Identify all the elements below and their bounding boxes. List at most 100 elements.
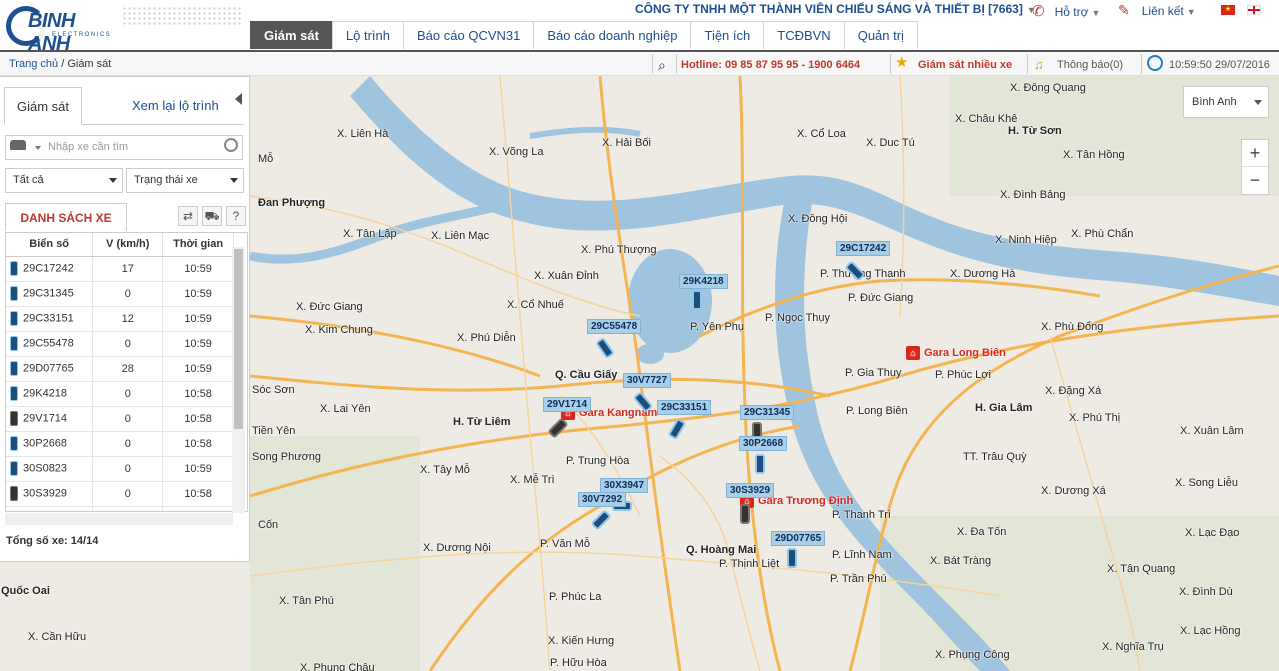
table-row[interactable]: 29V1714 0 10:58 [6,406,234,432]
vehicle-plate-label[interactable]: 29C17242 [836,241,891,256]
map-place-label: X. Mễ Trì [510,474,555,486]
table-row[interactable]: 29D07765 28 10:59 [6,356,234,382]
plate-cell: 29C33151 [6,306,94,332]
map-place-label: Sóc Sơn [252,384,295,396]
vehicle-list-button[interactable]: DANH SÁCH XE [5,203,127,231]
help-icon[interactable]: ? [226,206,246,226]
logo-subtext: ELECTRONICS [52,32,112,38]
vehicle-plate-label[interactable]: 30V7292 [578,492,627,507]
zoom-control: + − [1241,139,1269,195]
company-selector[interactable]: CÔNG TY TNHH MỘT THÀNH VIÊN CHIẾU SÁNG V… [635,2,1036,16]
column-header-plate[interactable]: Biển số [6,233,94,257]
table-scrollbar[interactable] [232,247,245,513]
map-place-label: P. Long Biên [846,405,908,417]
time-cell: 10:59 [162,356,234,382]
table-row[interactable]: 29C33151 12 10:59 [6,306,234,332]
map-place-label: X. Cổ Nhuế [507,299,564,311]
map-place-label: X. Cổ Loa [797,128,846,140]
map-place-label: P. Ngọc Thụy [765,312,831,324]
vehicle-marker-icon[interactable] [755,454,765,474]
group-filter-value: Tất cả [13,174,44,186]
links-menu[interactable]: ✎ Liên kết ▼ [1118,2,1196,19]
garage-marker[interactable]: ⌂ Gara Long Biên [906,346,1006,360]
time-cell: 10:59 [162,256,234,282]
vehicle-plate-label[interactable]: 30S3929 [726,483,775,498]
plate-cell: 30V7292 [6,506,94,511]
vehicle-plate-label[interactable]: 29K4218 [679,274,728,289]
search-input[interactable]: Nhập xe cần tìm [48,141,128,153]
logo[interactable]: BINH ANH ELECTRONICS [6,6,120,55]
vehicle-plate-label[interactable]: 29C31345 [740,405,795,420]
column-header-time[interactable]: Thời gian [162,233,234,257]
zoom-out-button[interactable]: − [1242,167,1268,194]
map-place-label: Song Phương [252,451,322,463]
support-menu[interactable]: ✆ Hỗ trợ ▼ [1032,2,1100,20]
breadcrumb-home-link[interactable]: Trang chủ [9,58,58,70]
vehicle-plate-label[interactable]: 30P2668 [739,436,788,451]
speed-cell: 0 [92,481,164,507]
tab-monitor[interactable]: Giám sát [4,87,83,125]
vehicle-plate-label[interactable]: 30V7727 [623,373,672,388]
refresh-icon[interactable]: ⇄ [178,206,198,226]
clock-icon [1147,55,1163,71]
map-place-label: X. Duc Tú [866,137,915,149]
table-row[interactable]: 30S3929 0 10:58 [6,481,234,507]
tab-2[interactable]: Báo cáo QCVN31 [403,21,535,49]
tab-3[interactable]: Báo cáo doanh nghiệp [533,21,692,49]
hotline-text: Hotline: 09 85 87 95 95 - 1900 6464 [681,59,861,71]
table-horizontal-scrollbar[interactable] [5,513,233,525]
column-header-speed[interactable]: V (km/h) [92,233,164,257]
map-place-label: P. Gia Thụy [845,367,902,379]
scrollbar-thumb[interactable] [234,249,243,429]
table-row[interactable]: 30V7292010:59 [6,506,234,511]
vehicle-plate-label[interactable]: 29C55478 [587,319,642,334]
map-place-label: X. Đặng Xá [1045,385,1102,397]
speed-cell: 0 [92,381,164,407]
search-icon[interactable] [224,138,238,152]
status-filter-select[interactable]: Trạng thái xe [126,168,244,193]
map-place-label: X. Kim Chung [305,324,373,336]
table-row[interactable]: 30S0823 0 10:59 [6,456,234,482]
time-cell: 10:58 [162,406,234,432]
tab-5[interactable]: TCĐBVN [763,21,845,49]
vehicle-plate-label[interactable]: 29V1714 [543,397,592,412]
vietnam-flag-icon[interactable]: ★ [1221,5,1235,15]
plate-text: 29K4218 [23,387,68,400]
tab-4[interactable]: Tiện ích [690,21,765,49]
table-row[interactable]: 29C31345 0 10:59 [6,281,234,307]
garage-icon: ⌂ [906,346,920,360]
vehicle-table: Biển số V (km/h) Thời gian 29C17242 17 10:… [5,232,248,512]
group-filter-select[interactable]: Tất cả [5,168,123,193]
vehicle-marker-icon[interactable] [787,548,797,568]
zoom-in-button[interactable]: + [1242,140,1268,167]
status-filter-value: Trạng thái xe [134,174,198,186]
speed-cell: 0 [92,456,164,482]
tab-1[interactable]: Lộ trình [331,21,405,49]
car-settings-icon[interactable]: ⛟ [202,206,222,226]
vehicle-marker-icon[interactable] [692,290,702,310]
vehicle-plate-label[interactable]: 30X3947 [600,478,649,493]
chevron-down-icon: ▼ [1186,7,1196,17]
vehicle-plate-label[interactable]: 29C33151 [657,400,712,415]
map-place-label: X. Đức Giang [296,301,363,313]
england-flag-icon[interactable] [1247,5,1261,15]
car-icon [10,311,18,326]
tab-0[interactable]: Giám sát [250,21,333,49]
table-row[interactable]: 29K4218 0 10:58 [6,381,234,407]
chevron-down-icon [230,178,238,183]
table-row[interactable]: 29C55478 0 10:59 [6,331,234,357]
search-icon[interactable]: ⌕ [658,56,666,74]
table-row[interactable]: 30P2668 0 10:58 [6,431,234,457]
plate-cell: 30S3929 [6,481,94,507]
chevron-down-icon [35,146,41,150]
table-row[interactable]: 29C17242 17 10:59 [6,256,234,282]
tab-route-review[interactable]: Xem lại lộ trình [120,87,231,125]
multi-monitor-link[interactable]: Giám sát nhiều xe [918,56,1012,74]
collapse-panel-icon[interactable] [235,93,242,105]
map-provider-select[interactable]: Bình Anh [1183,86,1269,118]
vehicle-plate-label[interactable]: 29D07765 [771,531,826,546]
vehicle-marker-icon[interactable] [740,504,750,524]
tab-6[interactable]: Quản trị [843,21,918,49]
map-place-label: H. Gia Lâm [975,402,1033,414]
notification-link[interactable]: Thông báo(0) [1057,56,1123,74]
